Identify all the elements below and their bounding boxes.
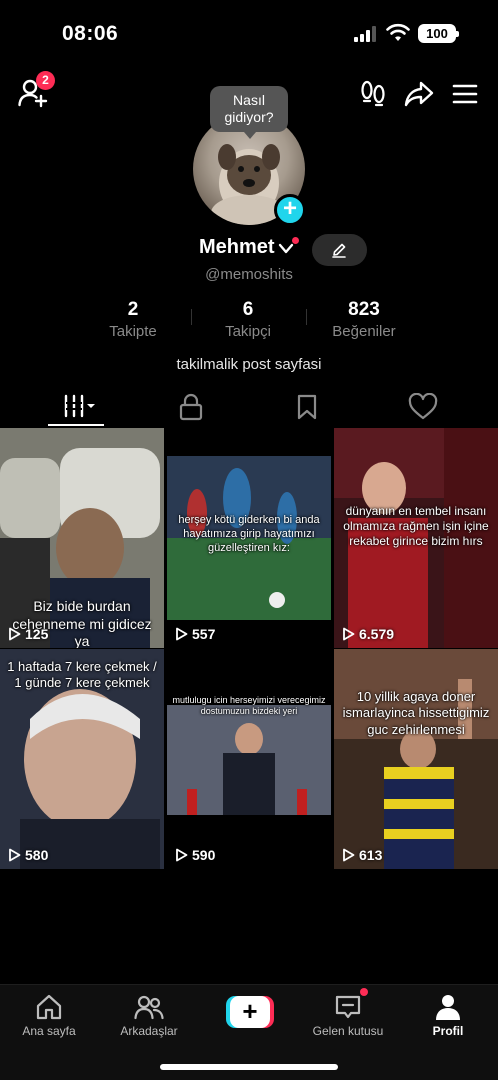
grid-icon [64, 394, 95, 418]
view-count-value: 580 [25, 847, 49, 863]
wifi-icon [386, 23, 410, 41]
video-caption: 10 yillik agaya doner ismarlayinca hisse… [342, 689, 490, 737]
play-icon [9, 848, 21, 862]
divider [191, 309, 192, 325]
view-count-value: 125 [25, 626, 49, 642]
notification-badge: 2 [36, 71, 55, 90]
menu-icon[interactable] [452, 82, 478, 106]
view-count: 580 [8, 847, 48, 863]
nav-label: Profil [432, 1024, 464, 1038]
video-thumbnail[interactable]: Biz bide burdan cehenneme mi gidicez ya … [0, 428, 164, 648]
lock-icon [179, 393, 203, 421]
stat-followers[interactable]: 6 Takipçi [193, 299, 303, 340]
stat-label: Takipçi [225, 323, 271, 340]
view-count-value: 590 [192, 847, 216, 863]
view-count: 613 [342, 847, 382, 863]
nav-label: Arkadaşlar [120, 1024, 178, 1038]
play-icon [343, 627, 355, 641]
edit-profile-button[interactable] [312, 234, 367, 266]
video-thumbnail[interactable]: mutlulugu icin herseyimizi verecegimiz d… [167, 649, 331, 869]
nav-profile[interactable]: Profil [403, 993, 493, 1038]
play-icon [9, 627, 21, 641]
profile-icon [436, 995, 460, 1020]
friends-icon [134, 995, 164, 1020]
plus-icon: + [230, 996, 270, 1028]
play-icon [343, 848, 355, 862]
create-button[interactable]: + [226, 996, 274, 1028]
battery-indicator: 100 [418, 24, 459, 43]
tab-saved[interactable] [267, 388, 347, 428]
home-icon [36, 994, 62, 1020]
bookmark-icon [297, 394, 317, 420]
name-row: Mehmet [0, 236, 498, 266]
home-indicator [160, 1064, 338, 1070]
video-thumbnail[interactable]: 10 yillik agaya doner ismarlayinca hisse… [334, 649, 498, 869]
video-caption: 1 haftada 7 kere çekmek / 1 günde 7 kere… [7, 659, 157, 691]
profile-stats: 2 Takipte 6 Takipçi 823 Beğeniler [0, 299, 498, 345]
inbox-notification-dot [360, 988, 368, 996]
chevron-down-icon[interactable] [278, 242, 294, 256]
view-count-value: 557 [192, 626, 216, 642]
profile-username: @memoshits [205, 266, 293, 283]
stat-value: 823 [348, 299, 380, 320]
stat-following[interactable]: 2 Takipte [78, 299, 188, 340]
inbox-icon [335, 995, 361, 1019]
share-icon[interactable] [404, 80, 434, 108]
tab-videos[interactable] [36, 388, 116, 428]
video-thumbnail[interactable]: herşey kötü giderken bi anda hayatımıza … [167, 428, 331, 648]
view-count: 557 [175, 626, 215, 642]
tab-private[interactable] [151, 388, 231, 428]
pencil-icon [332, 243, 346, 258]
status-bubble[interactable]: Nasıl gidiyor? [210, 86, 288, 139]
profile-name[interactable]: Mehmet [199, 236, 275, 259]
nav-label: Ana sayfa [22, 1024, 76, 1038]
video-caption: dünyanın en tembel insanı olmamıza rağme… [343, 504, 489, 548]
footprint-icon[interactable] [360, 80, 386, 108]
video-image [334, 649, 498, 869]
nav-friends[interactable]: Arkadaşlar [104, 993, 194, 1038]
status-time: 08:06 [62, 22, 119, 45]
play-icon [176, 627, 188, 641]
signal-icon [354, 26, 378, 42]
add-story-button[interactable]: + [274, 194, 306, 226]
nav-inbox[interactable]: Gelen kutusu [303, 993, 393, 1038]
profile-tabs [0, 388, 498, 428]
view-count-value: 613 [359, 847, 383, 863]
play-icon [176, 848, 188, 862]
stat-value: 6 [242, 299, 254, 320]
video-thumbnail[interactable]: 1 haftada 7 kere çekmek / 1 günde 7 kere… [0, 649, 164, 869]
account-notification-dot [292, 237, 299, 244]
video-caption: herşey kötü giderken bi anda hayatımıza … [178, 514, 320, 554]
view-count: 590 [175, 847, 215, 863]
video-image [167, 649, 331, 869]
active-tab-indicator [48, 424, 104, 426]
stat-value: 2 [127, 299, 139, 320]
nav-home[interactable]: Ana sayfa [4, 993, 94, 1038]
view-count-value: 6.579 [359, 626, 395, 642]
stat-label: Beğeniler [332, 323, 396, 340]
video-caption: mutlulugu icin herseyimizi verecegimiz d… [172, 695, 326, 717]
stat-label: Takipte [109, 323, 157, 340]
stat-likes[interactable]: 823 Beğeniler [309, 299, 419, 340]
status-bar: 08:06 100 [0, 0, 498, 64]
tab-liked[interactable] [381, 388, 461, 428]
profile-bio: takilmalik post sayfasi [176, 356, 322, 373]
view-count: 6.579 [342, 626, 394, 642]
nav-label: Gelen kutusu [312, 1024, 384, 1038]
video-thumbnail[interactable]: dünyanın en tembel insanı olmamıza rağme… [334, 428, 498, 648]
heart-icon [408, 393, 438, 420]
divider [306, 309, 307, 325]
view-count: 125 [8, 626, 48, 642]
